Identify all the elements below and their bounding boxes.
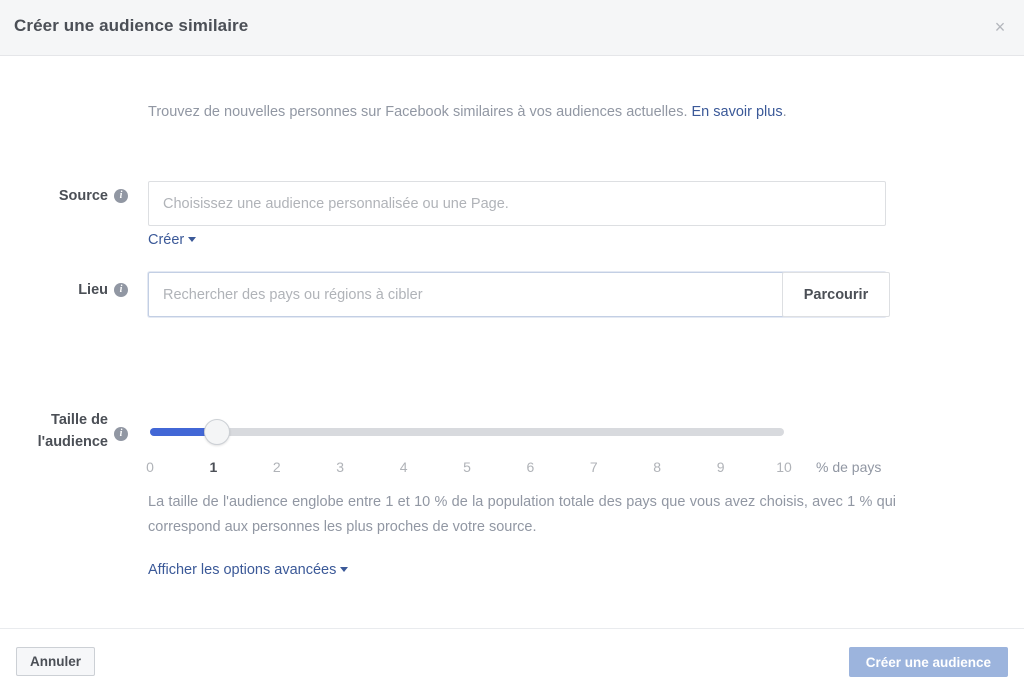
slider-tick-9: 9	[716, 459, 725, 475]
dialog-body: Trouvez de nouvelles personnes sur Faceb…	[0, 56, 1024, 628]
audience-size-slider[interactable]	[150, 419, 784, 445]
learn-more-link[interactable]: En savoir plus	[692, 104, 783, 120]
intro-text: Trouvez de nouvelles personnes sur Faceb…	[148, 100, 890, 125]
chevron-down-icon	[188, 237, 197, 242]
audience-size-label-line2: l'audience	[37, 434, 108, 450]
create-source-link[interactable]: Créer	[148, 232, 197, 248]
location-input[interactable]	[148, 272, 886, 317]
create-source-label: Créer	[148, 232, 185, 248]
audience-size-label: Taille de l'audience	[0, 409, 108, 453]
create-audience-button[interactable]: Créer une audience	[848, 647, 1008, 677]
slider-tick-4: 4	[399, 459, 408, 475]
slider-tick-6: 6	[526, 459, 535, 475]
show-advanced-options-link[interactable]: Afficher les options avancées	[148, 562, 349, 578]
source-info-icon[interactable]: i	[114, 189, 128, 203]
location-info-icon[interactable]: i	[114, 283, 128, 297]
slider-tick-8: 8	[653, 459, 662, 475]
source-label: Source	[58, 188, 108, 204]
dialog-title: Créer une audience similaire	[14, 16, 249, 35]
slider-tick-2: 2	[272, 459, 281, 475]
audience-size-description: La taille de l'audience englobe entre 1 …	[148, 494, 896, 535]
show-advanced-options-label: Afficher les options avancées	[148, 562, 337, 578]
source-input[interactable]	[148, 181, 886, 226]
slider-tick-5: 5	[463, 459, 471, 475]
location-label: Lieu	[78, 282, 108, 298]
slider-tick-labels: 0 1 2 3 4 5 6 7 8 9 10	[146, 459, 792, 477]
slider-tick-0: 0	[146, 459, 154, 475]
dialog-header: Créer une audience similaire ×	[0, 0, 1024, 56]
audience-size-label-line1: Taille de	[51, 412, 108, 428]
dialog-footer: Annuler Créer une audience	[0, 628, 1024, 689]
close-icon[interactable]: ×	[988, 16, 1012, 40]
audience-size-info-icon[interactable]: i	[114, 427, 128, 441]
slider-tick-10: 10	[776, 459, 792, 475]
chevron-down-icon	[340, 567, 349, 572]
intro-period: .	[782, 104, 787, 120]
cancel-button[interactable]: Annuler	[16, 647, 96, 676]
browse-button[interactable]: Parcourir	[782, 272, 890, 317]
slider-unit-label: % de pays	[816, 459, 882, 475]
slider-track[interactable]	[150, 428, 784, 436]
slider-handle[interactable]	[204, 419, 231, 445]
slider-tick-1: 1	[209, 459, 218, 475]
slider-tick-7: 7	[589, 459, 598, 475]
create-lookalike-audience-dialog: Créer une audience similaire × Trouvez d…	[0, 0, 1024, 689]
slider-tick-3: 3	[336, 459, 345, 475]
intro-sentence: Trouvez de nouvelles personnes sur Faceb…	[148, 104, 692, 120]
